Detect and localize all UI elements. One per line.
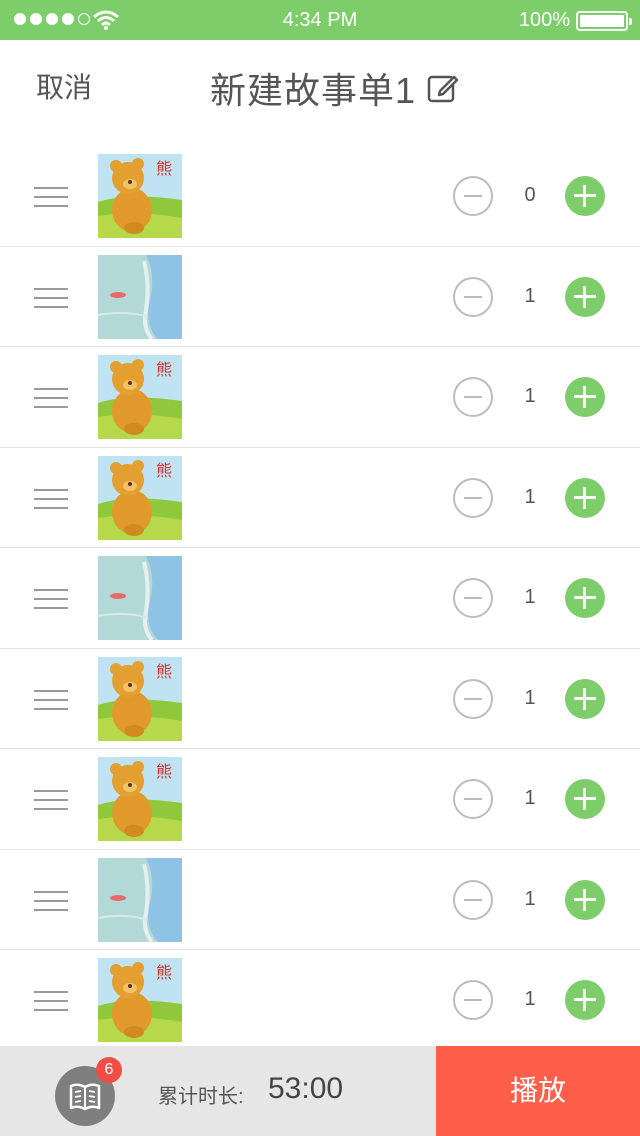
increase-button[interactable] xyxy=(565,176,605,216)
list-item: 熊 0 xyxy=(0,146,640,247)
drag-handle-icon[interactable] xyxy=(34,388,68,408)
drag-handle-icon[interactable] xyxy=(34,991,68,1011)
story-thumbnail: 熊 xyxy=(98,455,182,540)
play-count: 0 xyxy=(524,184,536,206)
drag-handle-icon[interactable] xyxy=(34,890,68,911)
decrease-button[interactable] xyxy=(453,176,493,216)
svg-text:熊: 熊 xyxy=(156,461,172,480)
bottom-bar: 6 累计时长: 53:00 播放 xyxy=(0,1046,640,1136)
drag-handle-icon[interactable] xyxy=(34,187,68,207)
cancel-button[interactable]: 取消 xyxy=(36,66,92,106)
decrease-button[interactable] xyxy=(453,879,493,920)
decrease-button[interactable] xyxy=(453,477,493,518)
drag-handle-icon[interactable] xyxy=(34,790,68,810)
battery-icon xyxy=(576,11,632,31)
drag-handle-icon[interactable] xyxy=(34,287,68,308)
play-count: 1 xyxy=(524,988,536,1010)
drag-handle-icon[interactable] xyxy=(34,689,68,710)
decrease-button[interactable] xyxy=(453,377,493,417)
count-badge: 6 xyxy=(96,1057,122,1083)
title-group: 新建故事单1 xyxy=(210,62,460,114)
svg-text:熊: 熊 xyxy=(156,963,172,982)
list-item: 熊 1 xyxy=(0,347,640,448)
list-item: 熊 1 xyxy=(0,649,640,749)
play-button[interactable]: 播放 xyxy=(436,1046,640,1136)
story-list: 熊 0 1 熊 1 熊 1 1 熊 1 熊 1 1 熊 1 xyxy=(0,146,640,1046)
edit-icon[interactable] xyxy=(426,71,460,105)
page-title: 新建故事单1 xyxy=(210,70,417,111)
increase-button[interactable] xyxy=(565,477,605,518)
increase-button[interactable] xyxy=(565,377,605,417)
play-count: 1 xyxy=(524,586,536,608)
play-count: 1 xyxy=(524,485,536,508)
drag-handle-icon[interactable] xyxy=(34,589,68,609)
status-bar: 4:34 PM 100% xyxy=(0,0,640,40)
list-item: 1 xyxy=(0,850,640,950)
play-count: 1 xyxy=(524,787,536,809)
decrease-button[interactable] xyxy=(453,578,493,618)
increase-button[interactable] xyxy=(565,980,605,1020)
drag-handle-icon[interactable] xyxy=(34,488,68,509)
story-thumbnail: 熊 xyxy=(98,355,182,439)
decrease-button[interactable] xyxy=(453,779,493,819)
decrease-button[interactable] xyxy=(453,980,493,1020)
list-item: 1 xyxy=(0,548,640,649)
story-thumbnail xyxy=(98,254,182,339)
increase-button[interactable] xyxy=(565,879,605,920)
story-thumbnail: 熊 xyxy=(98,154,182,238)
svg-text:熊: 熊 xyxy=(156,762,172,781)
increase-button[interactable] xyxy=(565,578,605,618)
nav-bar: 取消 新建故事单1 xyxy=(0,40,640,128)
duration-value: 53:00 xyxy=(268,1072,344,1105)
story-thumbnail xyxy=(98,857,182,942)
decrease-button[interactable] xyxy=(453,276,493,317)
play-count: 1 xyxy=(524,686,536,709)
play-count: 1 xyxy=(524,284,536,307)
svg-text:熊: 熊 xyxy=(156,360,172,379)
story-thumbnail: 熊 xyxy=(98,656,182,741)
decrease-button[interactable] xyxy=(453,678,493,719)
play-count: 1 xyxy=(524,385,536,407)
increase-button[interactable] xyxy=(565,678,605,719)
list-item: 熊 1 xyxy=(0,950,640,1046)
list-item: 1 xyxy=(0,247,640,347)
play-count: 1 xyxy=(524,887,536,910)
story-thumbnail xyxy=(98,556,182,640)
svg-text:熊: 熊 xyxy=(156,159,172,178)
duration-label: 累计时长: xyxy=(158,1086,244,1108)
increase-button[interactable] xyxy=(565,276,605,317)
list-item: 熊 1 xyxy=(0,749,640,850)
story-thumbnail: 熊 xyxy=(98,958,182,1042)
battery-percent: 100% xyxy=(518,9,570,31)
story-thumbnail: 熊 xyxy=(98,757,182,841)
svg-text:熊: 熊 xyxy=(156,662,172,681)
list-item: 熊 1 xyxy=(0,448,640,548)
increase-button[interactable] xyxy=(565,779,605,819)
